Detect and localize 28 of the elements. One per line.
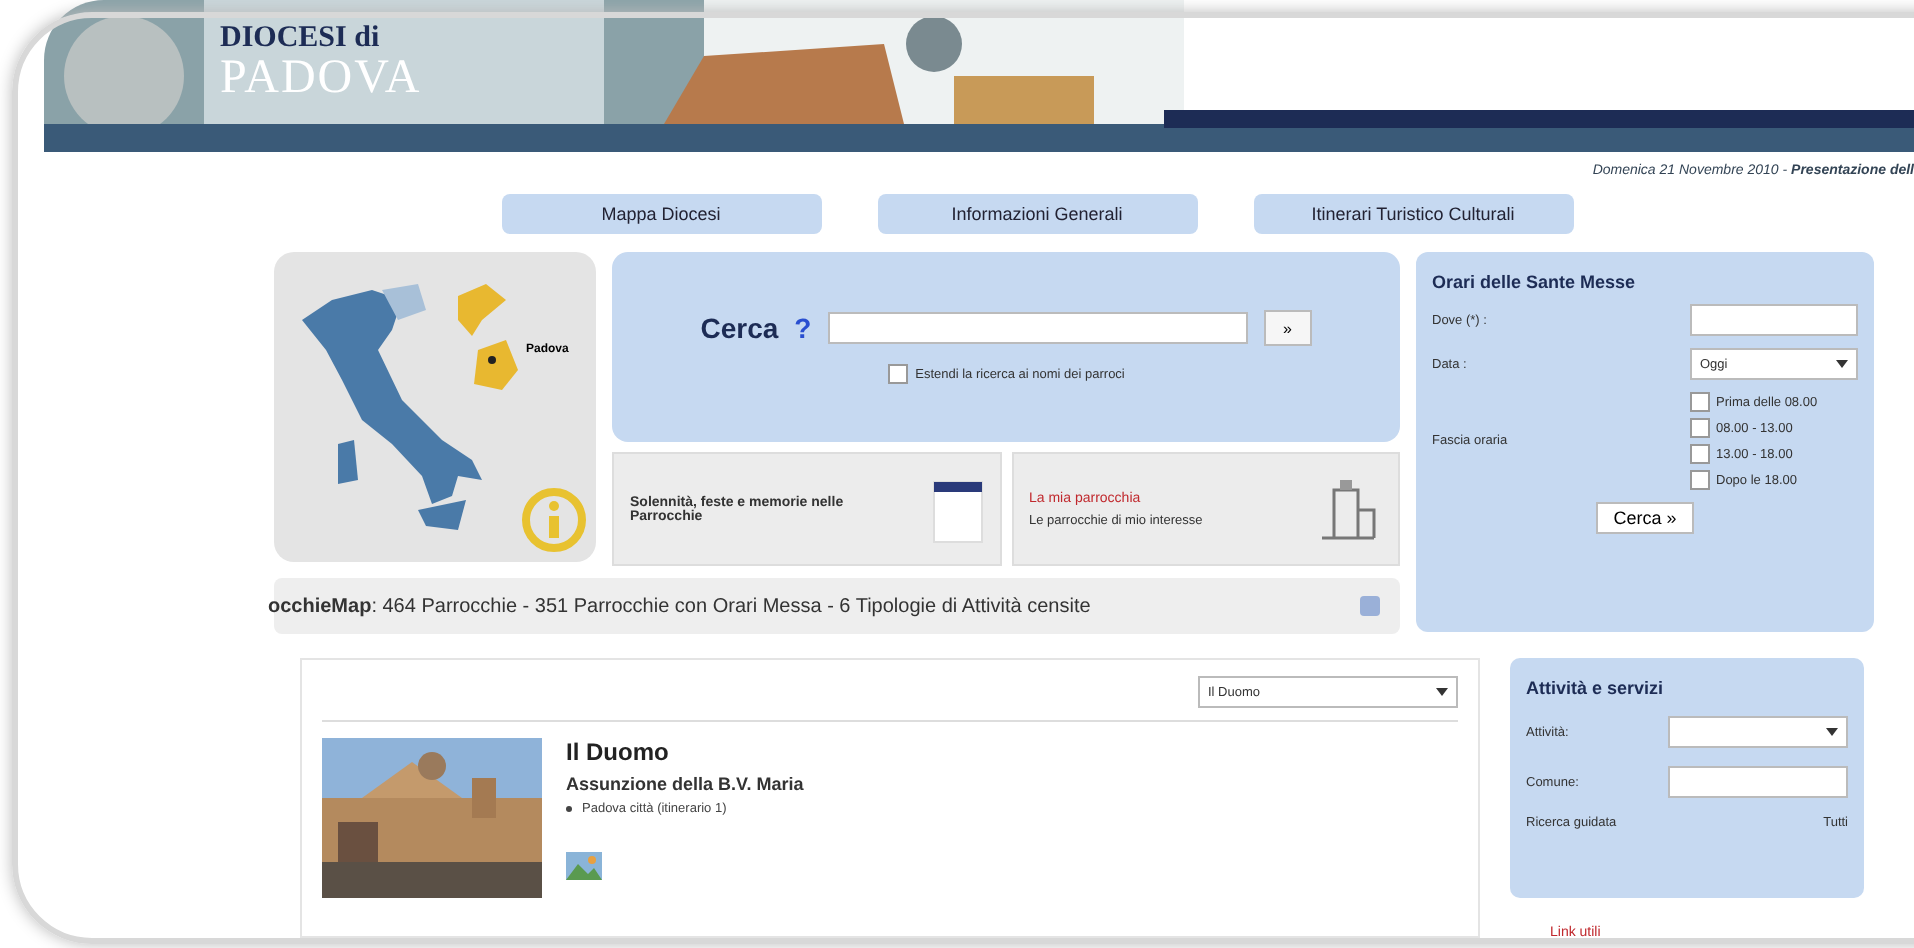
nav-button[interactable]: Informazioni Generali	[877, 194, 1197, 234]
checkbox[interactable]	[1690, 392, 1710, 412]
help-link[interactable]: ?	[794, 312, 812, 344]
stats-text: occhieMap: 464 Parrocchie - 351 Parrocchie con Orari Messa - 6 Tipologie di Attività censite	[268, 595, 1091, 617]
checkbox[interactable]	[1690, 470, 1710, 490]
search-button[interactable]: Cerca »	[1595, 502, 1695, 534]
panel-title: Attività e servizi	[1526, 678, 1666, 698]
bullet-icon	[566, 806, 572, 812]
parish-name: Il Duomo	[566, 738, 671, 766]
checkbox[interactable]	[1690, 444, 1710, 464]
checkbox[interactable]	[887, 364, 908, 384]
caret-icon	[1826, 728, 1838, 736]
caret-icon	[1836, 360, 1848, 368]
nav-button[interactable]: Mappa Diocesi	[501, 194, 821, 234]
gallery-icon[interactable]	[566, 852, 602, 880]
activity-select[interactable]	[1668, 716, 1848, 748]
town-field[interactable]	[1668, 766, 1848, 798]
info-icon[interactable]	[520, 486, 588, 554]
search-button[interactable]: »	[1263, 310, 1312, 346]
nav-button[interactable]: Itinerari Turistico Culturali	[1253, 194, 1573, 234]
search-label: Cerca	[700, 312, 779, 344]
place-field[interactable]	[1690, 304, 1858, 336]
logo-text: DIOCESI di	[220, 24, 382, 54]
checkbox[interactable]	[1690, 418, 1710, 438]
parish-dedication: Assunzione della B.V. Maria	[566, 774, 804, 794]
panel-title: Orari delle Sante Messe	[1432, 272, 1638, 292]
search-field[interactable]	[827, 312, 1248, 344]
caret-icon	[1436, 688, 1448, 696]
